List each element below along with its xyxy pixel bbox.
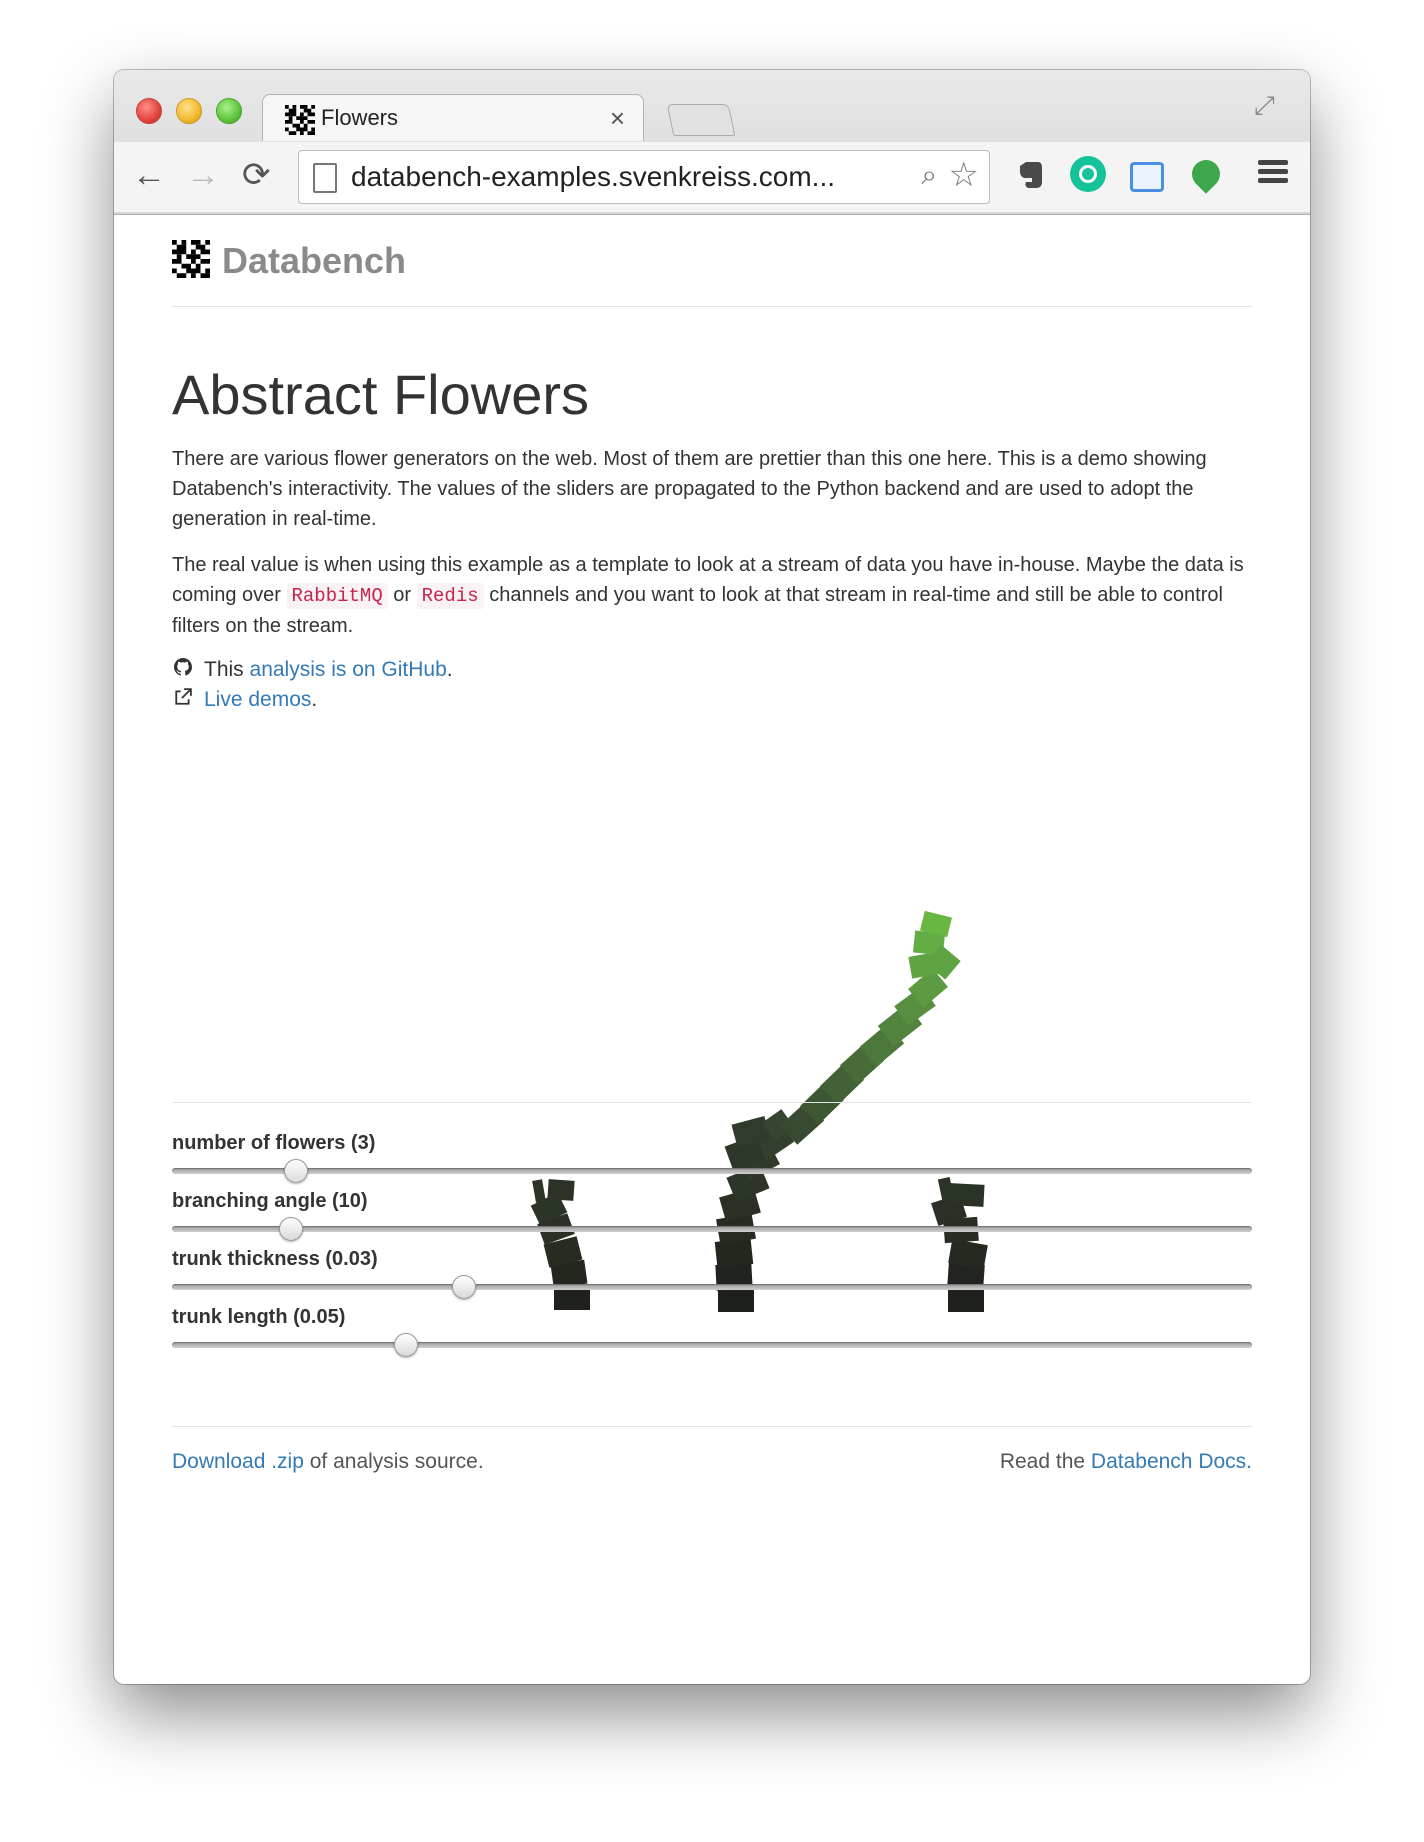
tab-close-icon[interactable]: × bbox=[610, 103, 625, 134]
footer-divider bbox=[172, 1426, 1252, 1427]
back-arrow-icon[interactable]: ← bbox=[132, 158, 166, 192]
angle-slider-thumb[interactable] bbox=[278, 1217, 303, 1241]
live-demos-link[interactable]: Live demos bbox=[204, 688, 311, 711]
browser-chrome: Flowers × ⤢ ← → ⟳ databench-examples.sve… bbox=[114, 70, 1310, 215]
reload-icon[interactable]: ⟳ bbox=[242, 158, 271, 192]
flower-middle bbox=[714, 910, 961, 1312]
brand-name: Databench bbox=[222, 240, 407, 281]
docs-prefix: Read the bbox=[999, 1450, 1091, 1473]
slider-label-thickness: trunk thickness (0.03) bbox=[172, 1248, 378, 1270]
page-title: Abstract Flowers bbox=[172, 363, 589, 426]
zoom-icon[interactable]: ⌕ bbox=[921, 159, 937, 192]
download-zip-link[interactable]: Download .zip bbox=[172, 1450, 304, 1473]
external-link-icon bbox=[172, 688, 194, 712]
slider-label-angle: branching angle (10) bbox=[172, 1190, 368, 1212]
description-text-b: or bbox=[387, 584, 417, 606]
close-window-button[interactable] bbox=[136, 98, 162, 124]
angle-slider[interactable] bbox=[172, 1217, 1252, 1241]
demos-line: Live demos. bbox=[172, 688, 317, 712]
slider-label-length: trunk length (0.05) bbox=[172, 1306, 346, 1328]
github-prefix: This bbox=[204, 658, 250, 681]
github-icon bbox=[172, 658, 194, 682]
page-icon bbox=[313, 163, 337, 193]
databench-logo-icon bbox=[172, 240, 210, 278]
browser-toolbar: ← → ⟳ databench-examples.svenkreiss.com.… bbox=[114, 142, 1310, 212]
forward-arrow-icon[interactable]: → bbox=[186, 158, 220, 192]
evernote-icon[interactable] bbox=[1012, 156, 1048, 192]
length-slider[interactable] bbox=[172, 1333, 1252, 1357]
dashboard-icon[interactable] bbox=[1130, 162, 1164, 192]
bookmark-star-icon[interactable]: ☆ bbox=[949, 155, 979, 195]
flower-left bbox=[530, 1179, 590, 1310]
menu-hamburger-icon[interactable] bbox=[1258, 156, 1288, 187]
footer-download: Download .zip of analysis source. bbox=[172, 1450, 484, 1474]
thickness-slider-thumb[interactable] bbox=[451, 1275, 476, 1299]
address-bar[interactable]: databench-examples.svenkreiss.com... ⌕ ☆ bbox=[298, 150, 990, 204]
url-text[interactable]: databench-examples.svenkreiss.com... bbox=[351, 161, 835, 193]
new-tab-button[interactable] bbox=[666, 104, 736, 136]
github-line: This analysis is on GitHub. bbox=[172, 658, 453, 682]
tab-flowers[interactable]: Flowers × bbox=[262, 94, 644, 141]
github-link[interactable]: analysis is on GitHub bbox=[250, 658, 447, 681]
code-rabbitmq: RabbitMQ bbox=[286, 583, 388, 609]
minimize-window-button[interactable] bbox=[176, 98, 202, 124]
code-redis: Redis bbox=[416, 583, 484, 609]
browser-window: Flowers × ⤢ ← → ⟳ databench-examples.sve… bbox=[114, 70, 1310, 1684]
controls-divider bbox=[172, 1102, 1252, 1103]
download-suffix: of analysis source. bbox=[303, 1450, 484, 1473]
github-suffix: . bbox=[446, 658, 453, 681]
demos-suffix: . bbox=[311, 688, 318, 711]
thickness-slider[interactable] bbox=[172, 1275, 1252, 1299]
fullscreen-icon[interactable]: ⤢ bbox=[1254, 90, 1284, 120]
header-divider bbox=[172, 306, 1252, 307]
flower-right bbox=[931, 1176, 988, 1312]
databench-docs-link[interactable]: Databench Docs. bbox=[1091, 1450, 1252, 1473]
footer-docs: Read the Databench Docs. bbox=[1000, 1450, 1252, 1474]
length-slider-thumb[interactable] bbox=[394, 1333, 419, 1357]
slider-label-flowers: number of flowers (3) bbox=[172, 1132, 376, 1154]
zoom-window-button[interactable] bbox=[216, 98, 242, 124]
intro-paragraph: There are various flower generators on t… bbox=[172, 448, 1207, 530]
flowers-slider[interactable] bbox=[172, 1159, 1252, 1183]
grammarly-icon[interactable] bbox=[1070, 156, 1106, 192]
description-paragraph: The real value is when using this exampl… bbox=[172, 550, 1252, 641]
flowers-visualization bbox=[530, 910, 988, 1312]
flowers-slider-thumb[interactable] bbox=[284, 1159, 309, 1183]
leaf-icon[interactable] bbox=[1186, 154, 1226, 194]
tab-title: Flowers bbox=[321, 105, 399, 130]
databench-favicon-icon bbox=[285, 105, 315, 135]
